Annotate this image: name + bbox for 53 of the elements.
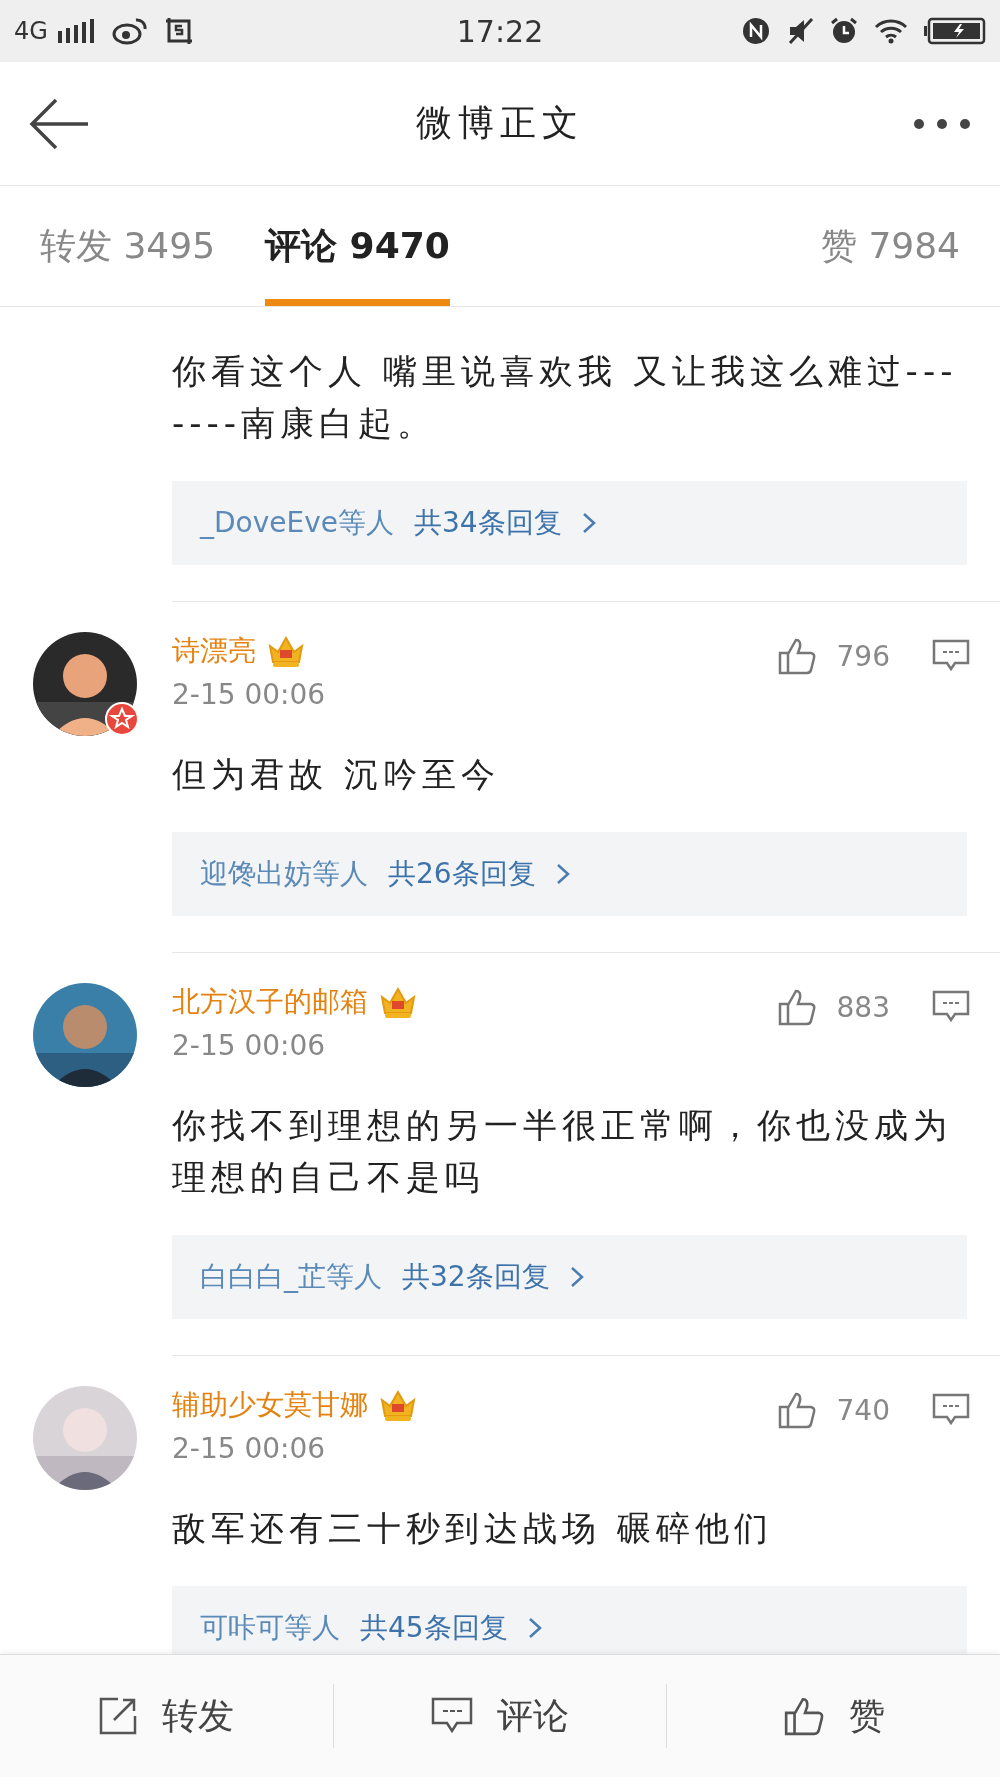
- chevron-right-icon: [569, 1266, 584, 1288]
- crown-icon: [378, 985, 418, 1019]
- back-arrow-icon[interactable]: [28, 97, 90, 150]
- toolbar-button[interactable]: 赞: [667, 1655, 1000, 1777]
- thumbs-up-icon[interactable]: [776, 987, 817, 1027]
- post-time: 2-15 00:06: [172, 1029, 327, 1062]
- like-count: 796: [836, 639, 890, 673]
- network-label: 4G: [14, 17, 48, 45]
- battery-icon: [924, 17, 986, 45]
- comment-icon[interactable]: [932, 639, 970, 673]
- user-name[interactable]: 诗漂亮: [172, 632, 256, 670]
- user-name[interactable]: 北方汉子的邮箱: [172, 983, 368, 1021]
- post-time: 2-15 00:06: [172, 1432, 327, 1465]
- star-badge-icon: [105, 702, 139, 736]
- tab[interactable]: 赞 7984: [820, 186, 960, 306]
- comment-text: 你看这个人 嘴里说喜欢我 又让我这么难过-------南康白起。: [172, 350, 959, 445]
- alarm-icon: [830, 17, 858, 45]
- like-count: 883: [836, 990, 890, 1024]
- chevron-right-icon: [527, 1617, 542, 1639]
- clock-time: 17:22: [456, 13, 544, 49]
- comment-text: 敌军还有三十秒到达战场 碾碎他们: [172, 1507, 774, 1550]
- comment-text: 你找不到理想的另一半很正常啊，你也没成为理想的自己不是吗: [172, 1104, 953, 1199]
- tab[interactable]: 转发 3495: [40, 186, 216, 306]
- thumbs-up-icon: [782, 1695, 825, 1737]
- comment-icon: [431, 1697, 473, 1735]
- like-count: 740: [836, 1393, 890, 1427]
- replies-link[interactable]: 白白白_芷等人 共32条回复: [172, 1235, 967, 1319]
- comment-text: 但为君故 沉吟至今: [172, 753, 501, 796]
- replies-link[interactable]: _DoveEve等人 共34条回复: [172, 481, 967, 565]
- replies-link[interactable]: 迎馋出妨等人 共26条回复: [172, 832, 967, 916]
- share-icon: [98, 1696, 139, 1736]
- tab[interactable]: 评论 9470: [265, 186, 450, 306]
- nfc-icon: [742, 17, 770, 45]
- wifi-icon: [874, 18, 908, 44]
- thumbs-up-icon[interactable]: [776, 636, 817, 676]
- crown-icon: [266, 634, 306, 668]
- screenshot-icon: [163, 16, 194, 46]
- page-title: 微博正文: [416, 101, 584, 145]
- more-icon[interactable]: [912, 116, 972, 131]
- user-name[interactable]: 辅助少女莫甘娜: [172, 1386, 368, 1424]
- comment-icon[interactable]: [932, 1393, 970, 1427]
- crown-icon: [378, 1388, 418, 1422]
- signal-icon: [55, 19, 96, 43]
- replies-link[interactable]: 可咔可等人 共45条回复: [172, 1586, 967, 1654]
- thumbs-up-icon[interactable]: [776, 1390, 817, 1430]
- eye-logo-icon: [111, 17, 148, 45]
- chevron-right-icon: [555, 863, 570, 885]
- mute-icon: [786, 17, 814, 45]
- post-time: 2-15 00:06: [172, 678, 327, 711]
- toolbar-button[interactable]: 评论: [333, 1655, 667, 1777]
- comment-icon[interactable]: [932, 990, 970, 1024]
- chevron-right-icon: [581, 512, 596, 534]
- toolbar-button[interactable]: 转发: [0, 1655, 333, 1777]
